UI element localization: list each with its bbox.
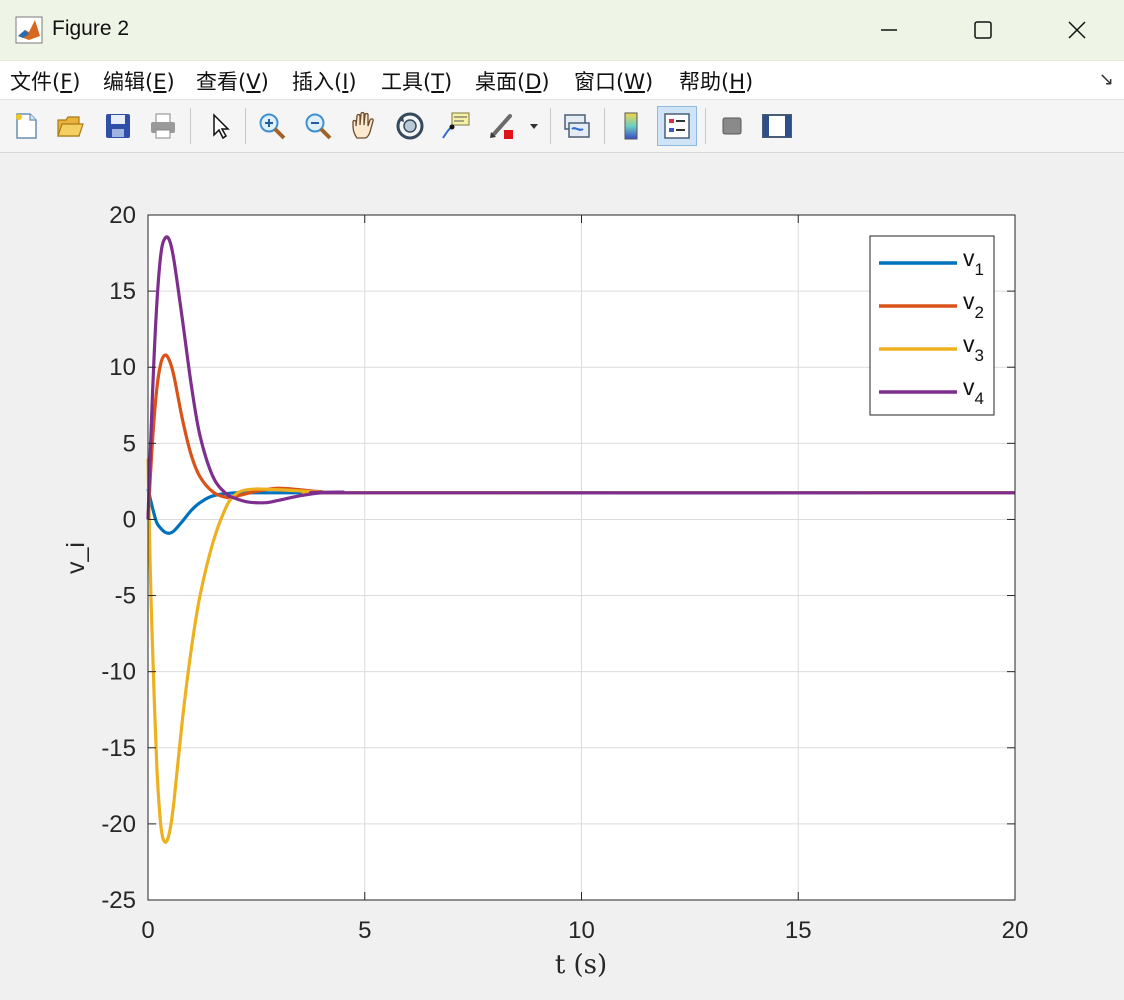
minimize-icon: [881, 29, 897, 31]
y-tick-label: -15: [101, 735, 136, 762]
y-tick-label: 10: [109, 354, 136, 381]
y-tick-label: -20: [101, 811, 136, 838]
y-tick-label: 20: [109, 202, 136, 229]
y-tick-label: 15: [109, 278, 136, 305]
y-tick-label: -25: [101, 887, 136, 914]
show-plot-tools-icon: [762, 114, 792, 138]
toolbar-separator: [550, 108, 551, 144]
line-chart[interactable]: 0 5 10 15 20 -25 -20 -15 -10 -5 0 5 10 15 20 t (s) v_…: [0, 153, 1124, 995]
link-plot-icon: [564, 114, 590, 138]
matlab-logo-icon: [15, 16, 43, 44]
zoom-out-button[interactable]: [298, 106, 338, 146]
y-tick-label: 5: [123, 430, 136, 457]
save-icon: [106, 114, 130, 138]
data-cursor-icon: [442, 112, 470, 139]
menu-view[interactable]: 查看(V): [196, 66, 269, 96]
pan-button[interactable]: [344, 106, 384, 146]
toolbar-separator: [705, 108, 706, 144]
minimize-button[interactable]: [842, 0, 936, 60]
menu-insert[interactable]: 插入(I): [292, 66, 357, 96]
rotate-3d-icon: [396, 112, 424, 140]
y-tick-label: 0: [123, 506, 136, 533]
menu-tools[interactable]: 工具(T): [381, 66, 452, 96]
chevron-down-icon: [530, 124, 538, 129]
dock-arrow-icon[interactable]: ↘: [1099, 69, 1114, 90]
zoom-in-icon: [259, 113, 286, 140]
x-axis-label: t (s): [555, 950, 607, 980]
legend-button[interactable]: [657, 106, 697, 146]
figure-canvas[interactable]: 0 5 10 15 20 -25 -20 -15 -10 -5 0 5 10 15 20 t (s) v_…: [0, 153, 1124, 995]
data-cursor-button[interactable]: [436, 106, 476, 146]
hide-plot-tools-button[interactable]: [712, 106, 752, 146]
new-figure-button[interactable]: [6, 106, 46, 146]
menu-desktop[interactable]: 桌面(D): [475, 66, 550, 96]
select-arrow-icon: [213, 113, 230, 140]
colorbar-icon: [624, 112, 638, 140]
zoom-out-icon: [305, 113, 332, 140]
menu-edit[interactable]: 编辑(E): [103, 66, 175, 96]
colorbar-button[interactable]: [611, 106, 651, 146]
brush-dropdown[interactable]: [524, 106, 544, 146]
x-tick-label: 5: [358, 917, 371, 944]
close-icon: [1068, 21, 1086, 39]
toolbar-separator: [245, 108, 246, 144]
y-axis-label: v_i: [62, 542, 90, 574]
menu-file[interactable]: 文件(F): [10, 66, 81, 96]
figure-toolbar: [0, 100, 1124, 153]
open-file-button[interactable]: [50, 106, 90, 146]
show-plot-tools-button[interactable]: [757, 106, 797, 146]
x-tick-label: 0: [141, 917, 154, 944]
new-figure-icon: [16, 113, 37, 139]
x-tick-label: 15: [785, 917, 812, 944]
y-tick-label: -5: [115, 583, 136, 610]
save-button[interactable]: [98, 106, 138, 146]
menu-window[interactable]: 窗口(W): [574, 66, 653, 96]
window-title: Figure 2: [52, 17, 130, 40]
maximize-icon: [974, 21, 992, 39]
y-tick-label: -10: [101, 659, 136, 686]
rotate-3d-button[interactable]: [390, 106, 430, 146]
legend[interactable]: v1v2v3v4: [869, 235, 995, 416]
menu-bar: 文件(F) 编辑(E) 查看(V) 插入(I) 工具(T) 桌面(D) 窗口(W…: [0, 61, 1124, 100]
link-plot-button[interactable]: [557, 106, 597, 146]
title-bar: Figure 2: [0, 0, 1124, 61]
menu-help[interactable]: 帮助(H): [679, 66, 753, 96]
open-file-icon: [57, 116, 84, 137]
toolbar-separator: [190, 108, 191, 144]
print-button[interactable]: [143, 106, 183, 146]
hide-plot-tools-icon: [722, 117, 742, 135]
x-tick-label: 10: [568, 917, 595, 944]
zoom-in-button[interactable]: [252, 106, 292, 146]
print-icon: [151, 113, 175, 139]
pan-hand-icon: [352, 111, 374, 139]
select-button[interactable]: [199, 106, 239, 146]
maximize-button[interactable]: [936, 0, 1030, 60]
legend-icon: [664, 113, 690, 139]
toolbar-separator: [604, 108, 605, 144]
x-tick-label: 20: [1002, 917, 1029, 944]
close-button[interactable]: [1030, 0, 1124, 60]
brush-button[interactable]: [482, 106, 522, 146]
brush-icon: [490, 114, 513, 139]
